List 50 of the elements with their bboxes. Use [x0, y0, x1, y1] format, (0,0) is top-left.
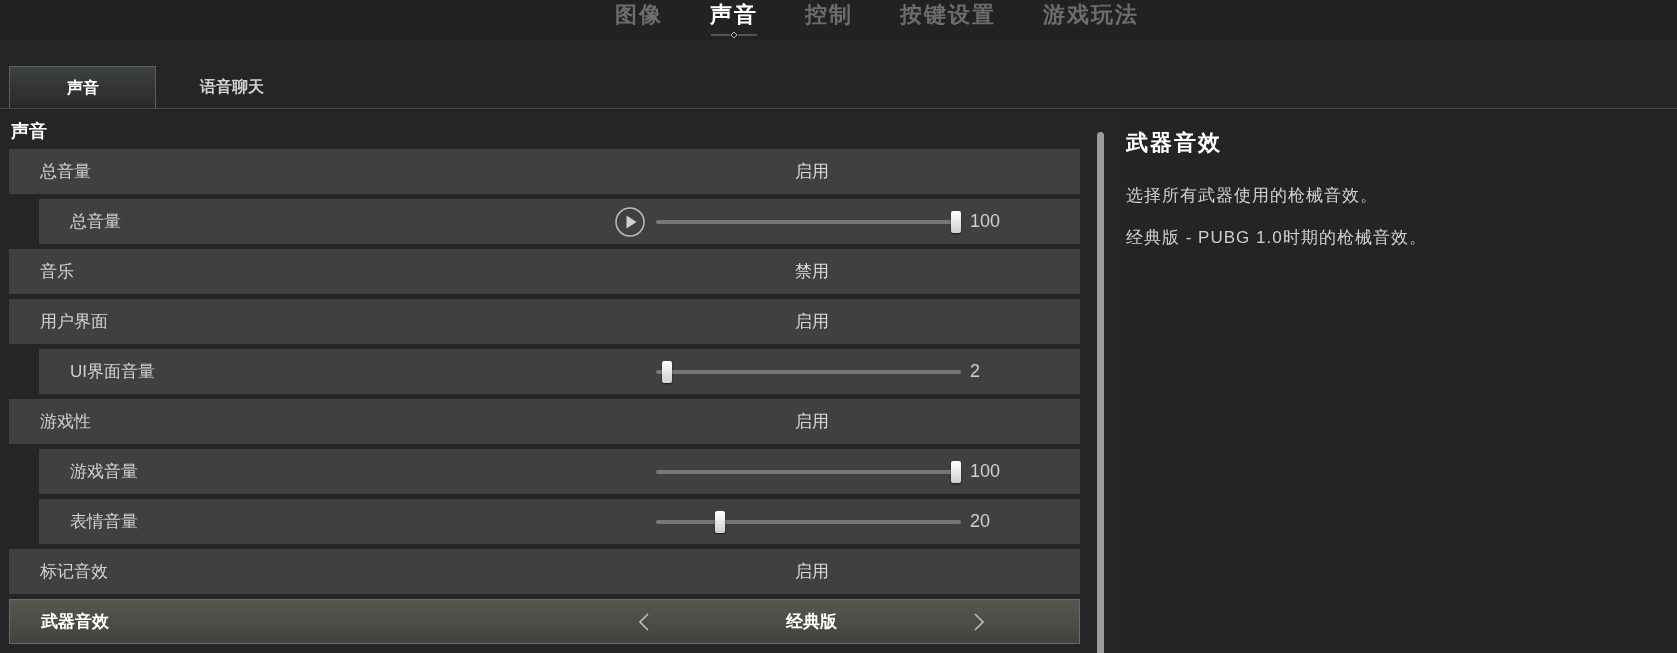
- slider-thumb[interactable]: [715, 510, 725, 533]
- slider-track[interactable]: [656, 460, 961, 483]
- setting-label: 标记音效: [40, 560, 108, 583]
- setting-label: 游戏性: [40, 410, 91, 433]
- description-text: 选择所有武器使用的枪械音效。: [1126, 185, 1378, 207]
- chevron-right-icon[interactable]: [974, 612, 984, 631]
- setting-label: UI界面音量: [70, 360, 155, 383]
- slider-thumb[interactable]: [951, 210, 961, 233]
- toggle-value[interactable]: 启用: [795, 558, 829, 585]
- setting-label: 游戏音量: [70, 460, 138, 483]
- nav-tab[interactable]: 声音: [710, 0, 758, 40]
- setting-label: 武器音效: [41, 610, 109, 633]
- setting-row[interactable]: 用户界面 启用: [9, 299, 1080, 344]
- setting-label: 表情音量: [70, 510, 138, 533]
- setting-row[interactable]: 音乐 禁用: [9, 249, 1080, 294]
- scrollbar[interactable]: [1097, 132, 1104, 653]
- slider-thumb[interactable]: [661, 360, 672, 383]
- slider-value: 100: [970, 460, 1001, 483]
- slider-value: 20: [970, 510, 991, 533]
- diamond-underline-icon: [711, 31, 757, 39]
- setting-row[interactable]: 总音量 100: [39, 199, 1080, 244]
- slider-track[interactable]: [656, 210, 961, 233]
- slider-track[interactable]: [656, 360, 961, 383]
- setting-row[interactable]: UI界面音量 2: [39, 349, 1080, 394]
- toggle-value[interactable]: 启用: [795, 158, 829, 185]
- description-text: 经典版 - PUBG 1.0时期的枪械音效。: [1126, 227, 1427, 249]
- setting-row[interactable]: 表情音量 20: [39, 499, 1080, 544]
- selector-value: 经典版: [786, 610, 837, 633]
- toggle-value[interactable]: 禁用: [795, 258, 829, 285]
- setting-row[interactable]: 总音量 启用: [9, 149, 1080, 194]
- setting-label: 音乐: [40, 260, 74, 283]
- setting-label: 用户界面: [40, 310, 108, 333]
- play-icon[interactable]: [615, 206, 645, 237]
- chevron-left-icon[interactable]: [639, 612, 649, 631]
- slider-value: 2: [970, 360, 980, 383]
- slider-value: 100: [970, 210, 1001, 233]
- sub-tab[interactable]: 语音聊天: [156, 66, 308, 108]
- setting-row[interactable]: 标记音效 启用: [9, 549, 1080, 594]
- section-title: 声音: [10, 120, 47, 142]
- toggle-value[interactable]: 启用: [795, 308, 829, 335]
- setting-label: 总音量: [40, 160, 91, 183]
- setting-row[interactable]: 游戏音量 100: [39, 449, 1080, 494]
- toggle-value[interactable]: 启用: [795, 408, 829, 435]
- setting-label: 总音量: [70, 210, 121, 233]
- setting-row[interactable]: 武器音效 经典版: [9, 599, 1080, 644]
- setting-row[interactable]: 游戏性 启用: [9, 399, 1080, 444]
- slider-thumb[interactable]: [951, 460, 961, 483]
- slider-track[interactable]: [656, 510, 961, 533]
- sub-tab[interactable]: 声音: [9, 66, 156, 108]
- description-title: 武器音效: [1126, 129, 1222, 157]
